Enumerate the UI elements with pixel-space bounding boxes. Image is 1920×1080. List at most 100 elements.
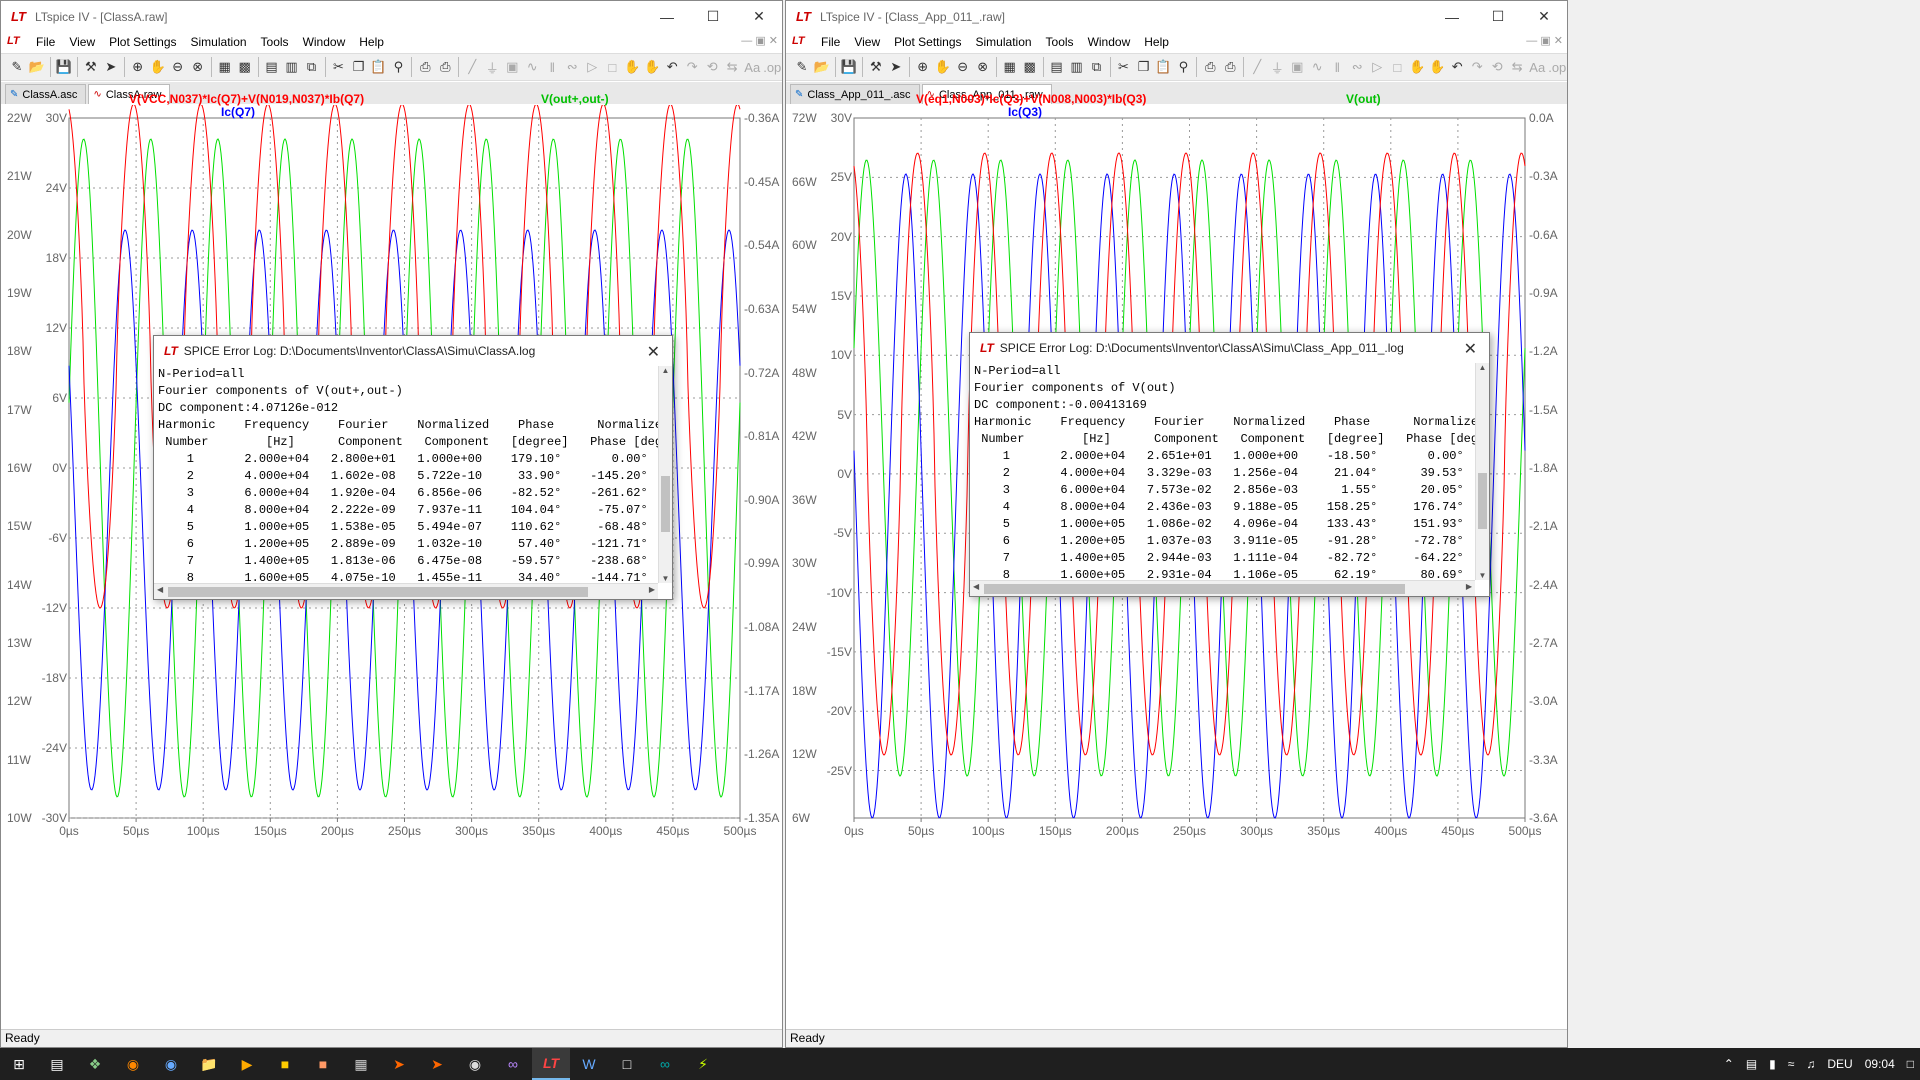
- inductor-icon[interactable]: ∾: [1347, 56, 1367, 78]
- trace-label-power[interactable]: V(VCC,N037)*Ic(Q7)+V(N019,N037)*Ib(Q7): [129, 92, 364, 106]
- close-button[interactable]: ✕: [1521, 1, 1567, 32]
- document-icon[interactable]: LT: [7, 35, 23, 49]
- scroll-down-icon[interactable]: ▼: [1476, 571, 1489, 580]
- save-icon[interactable]: 💾: [54, 56, 74, 78]
- print-preview-icon[interactable]: ⎙: [415, 56, 435, 78]
- capacitor-icon[interactable]: ‖: [542, 56, 562, 78]
- print-icon[interactable]: ⎙: [1220, 56, 1240, 78]
- run-icon[interactable]: ➤: [886, 56, 906, 78]
- label-icon[interactable]: ▣: [502, 56, 522, 78]
- zoom-fit-icon[interactable]: ⊗: [188, 56, 208, 78]
- menu-simulation[interactable]: Simulation: [184, 35, 254, 49]
- control-panel-icon[interactable]: ⚒: [81, 56, 101, 78]
- menu-view[interactable]: View: [847, 35, 887, 49]
- copy-icon[interactable]: ❐: [1133, 56, 1153, 78]
- wire-icon[interactable]: ╱: [1247, 56, 1267, 78]
- menu-plot-settings[interactable]: Plot Settings: [887, 35, 968, 49]
- horizontal-scrollbar[interactable]: ◀ ▶: [154, 583, 658, 599]
- paste-icon[interactable]: 📋: [1153, 56, 1173, 78]
- maximize-button[interactable]: ☐: [690, 1, 736, 32]
- mirror-icon[interactable]: ⇆: [1507, 56, 1527, 78]
- battery-icon[interactable]: ▮: [1763, 1057, 1782, 1071]
- ground-icon[interactable]: ⏚: [482, 56, 502, 78]
- zoom-pan-icon[interactable]: ✋: [933, 56, 953, 78]
- trace-label-output[interactable]: V(out+,out-): [541, 92, 609, 106]
- arduino-icon[interactable]: ∞: [646, 1048, 684, 1080]
- start-button[interactable]: ⊞: [0, 1048, 38, 1080]
- new-schematic-icon[interactable]: ✎: [7, 56, 27, 78]
- ltspice-taskbar-icon[interactable]: LT: [532, 1048, 570, 1080]
- redo-icon[interactable]: ↷: [1467, 56, 1487, 78]
- app-icon[interactable]: ▦: [342, 1048, 380, 1080]
- inductor-icon[interactable]: ∾: [562, 56, 582, 78]
- menu-view[interactable]: View: [62, 35, 102, 49]
- task-view-icon[interactable]: ▤: [38, 1048, 76, 1080]
- menu-simulation[interactable]: Simulation: [969, 35, 1039, 49]
- network-icon[interactable]: ▤: [1740, 1057, 1763, 1071]
- menu-help[interactable]: Help: [1137, 35, 1176, 49]
- print-icon[interactable]: ⎙: [435, 56, 455, 78]
- app-icon[interactable]: ■: [266, 1048, 304, 1080]
- app-icon[interactable]: ◉: [456, 1048, 494, 1080]
- clock[interactable]: 09:04: [1859, 1057, 1901, 1071]
- menu-tools[interactable]: Tools: [254, 35, 296, 49]
- document-icon[interactable]: □: [608, 1048, 646, 1080]
- browser-icon[interactable]: ◉: [152, 1048, 190, 1080]
- media-icon[interactable]: ▶: [228, 1048, 266, 1080]
- minimize-button[interactable]: —: [1429, 1, 1475, 32]
- cascade-icon[interactable]: ⧉: [1087, 56, 1107, 78]
- menu-plot-settings[interactable]: Plot Settings: [102, 35, 183, 49]
- scroll-up-icon[interactable]: ▲: [659, 366, 672, 375]
- move-icon[interactable]: ✋: [622, 56, 642, 78]
- zoom-pan-icon[interactable]: ✋: [148, 56, 168, 78]
- zoom-in-icon[interactable]: ⊕: [128, 56, 148, 78]
- drag-icon[interactable]: ✋: [642, 56, 662, 78]
- minimize-button[interactable]: —: [644, 1, 690, 32]
- title-bar[interactable]: LT LTspice IV - [Class_App_011_.raw] — ☐…: [786, 1, 1567, 32]
- vertical-scrollbar[interactable]: ▲ ▼: [658, 366, 672, 583]
- text-icon[interactable]: Aa: [1527, 56, 1547, 78]
- tile-horizontal-icon[interactable]: ▤: [262, 56, 282, 78]
- move-icon[interactable]: ✋: [1407, 56, 1427, 78]
- menu-window[interactable]: Window: [1081, 35, 1138, 49]
- notification-icon[interactable]: □: [1901, 1057, 1920, 1071]
- drag-icon[interactable]: ✋: [1427, 56, 1447, 78]
- document-icon[interactable]: LT: [792, 35, 808, 49]
- diode-icon[interactable]: ▷: [582, 56, 602, 78]
- text-icon[interactable]: Aa: [742, 56, 762, 78]
- rotate-icon[interactable]: ⟲: [702, 56, 722, 78]
- zoom-out-icon[interactable]: ⊖: [953, 56, 973, 78]
- maximize-button[interactable]: ☐: [1475, 1, 1521, 32]
- app-icon[interactable]: ⚡: [684, 1048, 722, 1080]
- spice-directive-icon[interactable]: .op: [762, 56, 782, 78]
- tile-horizontal-icon[interactable]: ▤: [1047, 56, 1067, 78]
- label-icon[interactable]: ▣: [1287, 56, 1307, 78]
- new-schematic-icon[interactable]: ✎: [792, 56, 812, 78]
- scroll-thumb[interactable]: [984, 584, 1405, 594]
- run-icon[interactable]: ➤: [101, 56, 121, 78]
- tab-schematic[interactable]: ✎ ClassA.asc: [5, 84, 87, 104]
- save-icon[interactable]: 💾: [839, 56, 859, 78]
- resistor-icon[interactable]: ∿: [1307, 56, 1327, 78]
- close-button[interactable]: ✕: [736, 1, 782, 32]
- app-icon[interactable]: ➤: [380, 1048, 418, 1080]
- tab-schematic[interactable]: ✎ Class_App_011_.asc: [790, 84, 920, 104]
- app-icon[interactable]: ❖: [76, 1048, 114, 1080]
- app-icon[interactable]: ■: [304, 1048, 342, 1080]
- log-text[interactable]: N-Period=all Fourier components of V(out)…: [972, 363, 1475, 580]
- open-icon[interactable]: 📂: [27, 56, 47, 78]
- dialog-title-bar[interactable]: LT SPICE Error Log: D:\Documents\Invento…: [154, 336, 672, 366]
- scroll-down-icon[interactable]: ▼: [659, 574, 672, 583]
- component-icon[interactable]: □: [1387, 56, 1407, 78]
- diode-icon[interactable]: ▷: [1367, 56, 1387, 78]
- horizontal-scrollbar[interactable]: ◀ ▶: [970, 580, 1475, 596]
- find-icon[interactable]: ⚲: [1173, 56, 1193, 78]
- find-icon[interactable]: ⚲: [388, 56, 408, 78]
- app-icon[interactable]: ➤: [418, 1048, 456, 1080]
- scroll-left-icon[interactable]: ◀: [973, 582, 979, 591]
- zoom-in-icon[interactable]: ⊕: [913, 56, 933, 78]
- zoom-out-icon[interactable]: ⊖: [168, 56, 188, 78]
- word-icon[interactable]: W: [570, 1048, 608, 1080]
- menu-file[interactable]: File: [29, 35, 62, 49]
- cursor-icon[interactable]: ▩: [235, 56, 255, 78]
